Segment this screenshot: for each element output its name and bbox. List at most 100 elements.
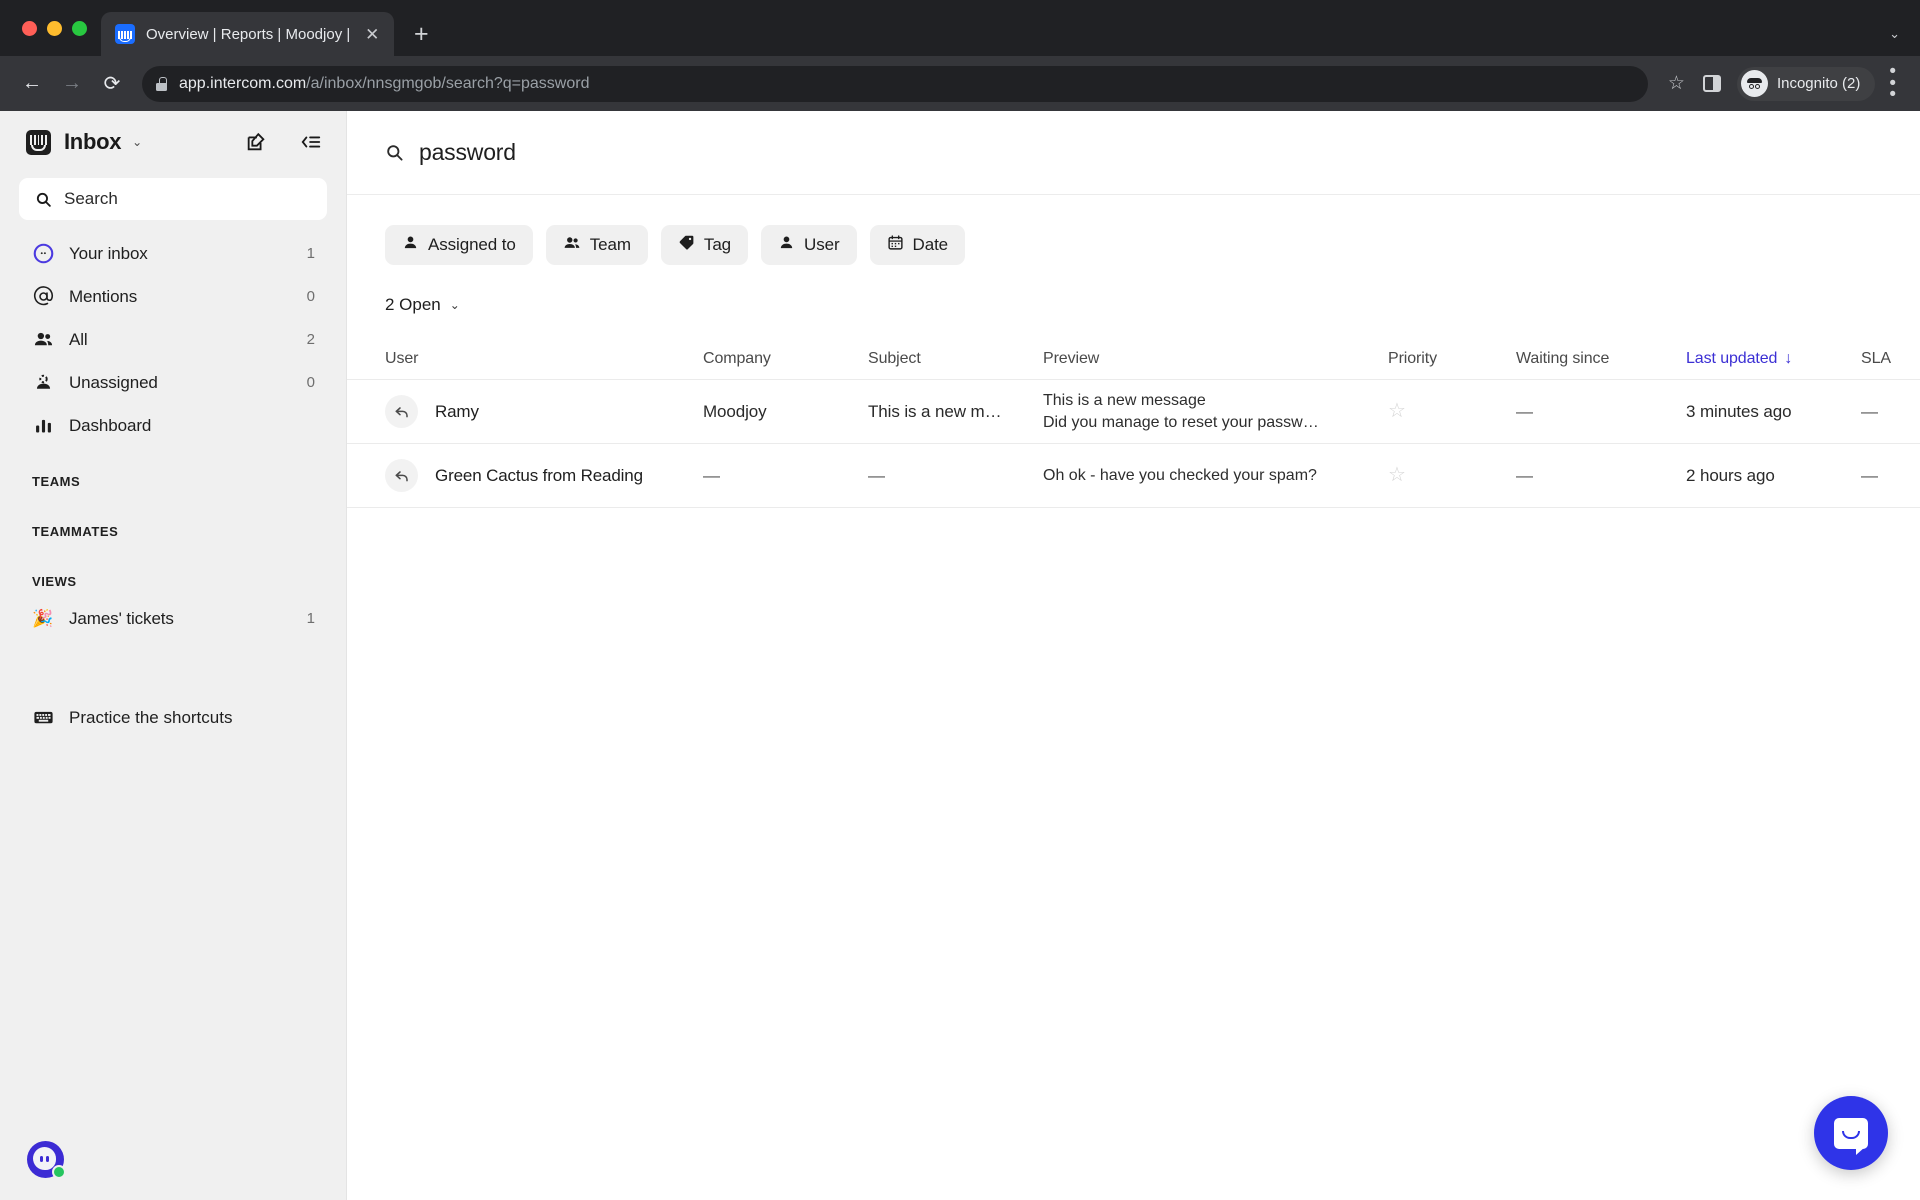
mentions-icon (32, 286, 54, 307)
column-header-user[interactable]: User (385, 350, 418, 368)
sidebar-section-teammates: TEAMMATES (32, 524, 119, 539)
sidebar-nav: Your inbox 1 Mentions 0 All 2 Unassigned… (0, 232, 346, 447)
filter-team[interactable]: Team (545, 225, 648, 265)
sidebar-item-your-inbox[interactable]: Your inbox 1 (19, 232, 327, 275)
browser-window: Overview | Reports | Moodjoy | ✕ + ⌄ ← →… (0, 0, 1920, 1200)
address-bar[interactable]: app.intercom.com/a/inbox/nnsgmgob/search… (142, 65, 1648, 102)
column-header-last-updated-label: Last updated (1686, 349, 1778, 367)
filter-label: Tag (703, 235, 732, 254)
lock-icon (156, 76, 167, 91)
new-tab-button[interactable]: + (404, 17, 438, 51)
status-badge-online (52, 1165, 66, 1179)
column-header-last-updated[interactable]: Last updated ↓ (1686, 350, 1861, 368)
sidebar-item-label: Your inbox (69, 243, 148, 263)
column-header-company[interactable]: Company (703, 350, 771, 367)
intercom-favicon-icon (115, 24, 135, 44)
sidebar-item-james-tickets[interactable]: 🎉 James' tickets 1 (19, 597, 327, 640)
calendar-icon (887, 234, 904, 256)
tab-title: Overview | Reports | Moodjoy | (146, 25, 351, 43)
sidebar-header: Inbox ⌄ (0, 111, 346, 173)
sidebar-item-mentions[interactable]: Mentions 0 (19, 275, 327, 318)
unassigned-icon (32, 372, 54, 393)
chevron-down-icon[interactable]: ⌄ (132, 135, 142, 149)
compose-icon[interactable] (245, 131, 267, 153)
filter-user[interactable]: User (761, 225, 857, 265)
table-row[interactable]: Green Cactus from Reading — — Oh ok - ha… (347, 444, 1920, 508)
row-preview-line1: Oh ok - have you checked your spam? (1043, 466, 1317, 484)
table-row[interactable]: Ramy Moodjoy This is a new m… This is a … (347, 380, 1920, 444)
row-last-updated: 2 hours ago (1686, 465, 1775, 485)
sidebar-item-count: 0 (306, 288, 315, 305)
practice-shortcuts-item[interactable]: Practice the shortcuts (0, 696, 346, 739)
column-header-subject[interactable]: Subject (868, 350, 921, 367)
back-button[interactable]: ← (14, 66, 50, 102)
forward-button[interactable]: → (54, 66, 90, 102)
close-tab-icon[interactable]: ✕ (361, 23, 383, 45)
status-filter-dropdown[interactable]: 2 Open ⌄ (385, 295, 460, 315)
column-header-preview: Preview (1043, 349, 1100, 367)
priority-star-icon[interactable]: ☆ (1388, 400, 1406, 422)
sidebar-item-all[interactable]: All 2 (19, 318, 327, 361)
chevron-down-icon: ⌄ (449, 298, 460, 312)
avatar[interactable] (27, 1141, 66, 1179)
dashboard-icon (32, 415, 54, 436)
reply-icon (385, 395, 418, 428)
column-header-waiting-since[interactable]: Waiting since (1516, 350, 1609, 367)
search-icon (387, 145, 403, 161)
sidebar-item-unassigned[interactable]: Unassigned 0 (19, 361, 327, 404)
row-sla: — (1861, 465, 1878, 485)
reload-button[interactable]: ⟳ (94, 66, 130, 102)
incognito-profile-button[interactable]: Incognito (2) (1736, 66, 1876, 101)
app-viewport: Inbox ⌄ Search Your inbox 1 Mentions 0 A… (0, 111, 1920, 1200)
sidebar-section-teams: TEAMS (32, 474, 81, 489)
collapse-sidebar-icon[interactable] (300, 131, 322, 153)
reply-icon (385, 459, 418, 492)
maximize-window-button[interactable] (72, 20, 87, 36)
sidebar-item-label: Mentions (69, 286, 138, 306)
side-panel-icon[interactable] (1702, 75, 1721, 92)
close-window-button[interactable] (22, 20, 37, 36)
conversations-table: User Company Subject Preview Priority Wa… (347, 338, 1920, 508)
filter-label: Date (912, 235, 949, 254)
row-preview-line2: Did you manage to reset your passw… (1043, 413, 1319, 431)
chevron-down-icon[interactable]: ⌄ (1889, 26, 1900, 42)
sidebar-item-count: 1 (306, 610, 315, 627)
search-query-text[interactable]: password (419, 139, 516, 166)
priority-star-icon[interactable]: ☆ (1388, 464, 1406, 486)
row-user: Ramy (435, 401, 479, 421)
row-company: Moodjoy (703, 401, 767, 421)
column-header-sla[interactable]: SLA (1861, 350, 1891, 367)
browser-tab[interactable]: Overview | Reports | Moodjoy | ✕ (101, 12, 395, 56)
incognito-label: Incognito (2) (1776, 75, 1861, 92)
search-input[interactable]: Search (19, 178, 327, 220)
browser-menu-button[interactable]: • • • (1879, 62, 1906, 104)
messenger-launcher-button[interactable] (1814, 1096, 1888, 1170)
filter-label: User (804, 235, 840, 254)
url-path: /a/inbox/nnsgmgob/search?q=password (306, 74, 590, 92)
sidebar-item-label: All (69, 329, 88, 349)
sort-descending-arrow-icon: ↓ (1784, 349, 1793, 367)
row-last-updated: 3 minutes ago (1686, 401, 1792, 421)
filter-label: Assigned to (428, 235, 516, 254)
column-header-priority[interactable]: Priority (1388, 350, 1437, 367)
incognito-icon (1740, 70, 1768, 97)
window-traffic-lights (14, 0, 101, 56)
sidebar-item-dashboard[interactable]: Dashboard (19, 404, 327, 447)
browser-tabstrip: Overview | Reports | Moodjoy | ✕ + ⌄ (0, 0, 1920, 56)
people-icon (563, 234, 581, 257)
minimize-window-button[interactable] (47, 20, 62, 36)
filter-tag[interactable]: Tag (660, 225, 749, 265)
person-icon (778, 234, 795, 256)
filter-date[interactable]: Date (869, 225, 966, 265)
row-subject: This is a new m… (868, 401, 1002, 421)
row-subject: — (868, 465, 885, 485)
url-text: app.intercom.com/a/inbox/nnsgmgob/search… (179, 75, 589, 93)
status-filter-row: 2 Open ⌄ (347, 265, 1920, 315)
search-icon (36, 192, 51, 207)
sidebar-title: Inbox (64, 129, 122, 154)
filter-label: Team (589, 235, 631, 254)
search-header: password (347, 111, 1920, 195)
bookmark-star-icon[interactable]: ☆ (1660, 72, 1693, 95)
sidebar-search-wrapper: Search (0, 173, 346, 232)
filter-assigned-to[interactable]: Assigned to (385, 225, 533, 265)
